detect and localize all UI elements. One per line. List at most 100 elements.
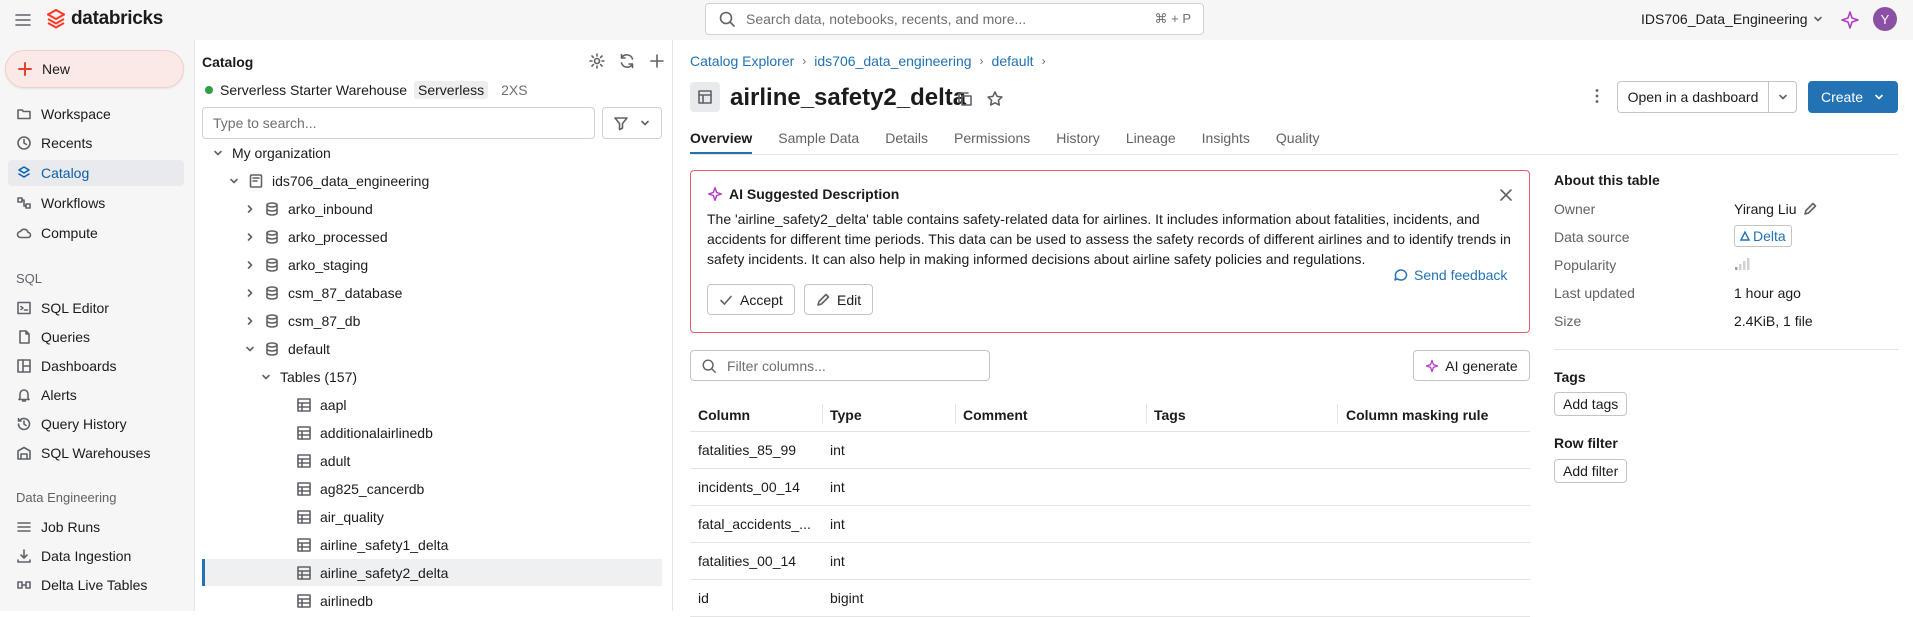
copy-icon[interactable] — [956, 90, 974, 108]
tab-permissions[interactable]: Permissions — [954, 130, 1030, 154]
pencil-icon[interactable] — [1803, 202, 1817, 216]
edit-button[interactable]: Edit — [804, 284, 874, 315]
tree-table[interactable]: airline_safety2_delta — [202, 559, 662, 586]
gear-icon[interactable] — [588, 52, 606, 70]
chevron-right-icon[interactable] — [244, 287, 256, 299]
sidebar-item-workflows[interactable]: Workflows — [8, 190, 184, 216]
breadcrumb-catalog[interactable]: ids706_data_engineering — [814, 53, 971, 69]
refresh-icon[interactable] — [618, 52, 636, 70]
tab-lineage[interactable]: Lineage — [1126, 130, 1176, 154]
breadcrumb-catalog-explorer[interactable]: Catalog Explorer — [690, 53, 794, 69]
breadcrumb-schema[interactable]: default — [992, 53, 1034, 69]
tree-my-organization[interactable]: My organization — [202, 139, 662, 166]
database-icon — [266, 313, 278, 328]
sidebar-item-workspace[interactable]: Workspace — [8, 101, 184, 127]
add-filter-button[interactable]: Add filter — [1554, 459, 1628, 483]
table-row[interactable]: fatalities_85_99 int — [690, 432, 1530, 469]
tab-details[interactable]: Details — [885, 130, 928, 154]
star-icon[interactable] — [986, 90, 1004, 108]
table-row[interactable]: id bigint — [690, 580, 1530, 617]
sidebar-item-label: Compute — [41, 225, 98, 241]
open-dashboard-dropdown[interactable] — [1768, 81, 1797, 113]
sidebar-item-compute[interactable]: Compute — [8, 220, 184, 246]
warehouse-selector[interactable]: Serverless Starter Warehouse Serverless … — [205, 81, 528, 99]
sidebar-item-label: Catalog — [41, 165, 90, 181]
catalog-search-input[interactable]: Type to search... — [202, 107, 595, 139]
table-row[interactable]: fatal_accidents_... int — [690, 506, 1530, 543]
tab-sample-data[interactable]: Sample Data — [778, 130, 859, 154]
tree-schema[interactable]: arko_inbound — [202, 195, 662, 222]
chevron-right-icon[interactable] — [244, 203, 256, 215]
breadcrumb-separator: › — [802, 54, 807, 68]
user-avatar[interactable]: Y — [1873, 7, 1897, 31]
workspace-switcher[interactable]: IDS706_Data_Engineering — [1641, 11, 1824, 27]
filter-columns-input[interactable]: Filter columns... — [690, 350, 990, 381]
sidebar-item-recents[interactable]: Recents — [8, 130, 184, 156]
sidebar-item-sql-editor[interactable]: SQL Editor — [8, 295, 184, 321]
clock-icon — [17, 136, 31, 150]
tree-table[interactable]: air_quality — [202, 503, 662, 530]
ai-generate-label: AI generate — [1445, 357, 1518, 374]
tree-schema[interactable]: csm_87_database — [202, 279, 662, 306]
delta-badge[interactable]: Delta — [1734, 225, 1792, 247]
tree-table[interactable]: airlinedb — [202, 587, 662, 614]
tree-catalog[interactable]: ids706_data_engineering — [202, 167, 662, 194]
assistant-sparkle-icon[interactable] — [1840, 10, 1860, 30]
filter-button[interactable] — [602, 107, 662, 139]
sidebar-item-query-history[interactable]: Query History — [8, 411, 184, 437]
tree-table[interactable]: ag825_cancerdb — [202, 475, 662, 502]
sidebar-item-catalog[interactable]: Catalog — [8, 160, 184, 186]
tree-table[interactable]: airline_safety1_delta — [202, 531, 662, 558]
ai-generate-button[interactable]: AI generate — [1413, 350, 1530, 381]
table-icon — [690, 82, 720, 112]
sidebar-item-data-ingestion[interactable]: Data Ingestion — [8, 543, 184, 569]
sidebar-item-dashboards[interactable]: Dashboards — [8, 353, 184, 379]
send-feedback-link[interactable]: Send feedback — [1393, 267, 1507, 283]
catalog-search-placeholder: Type to search... — [213, 115, 317, 131]
owner-value: Yirang Liu — [1734, 201, 1817, 217]
tree-table[interactable]: aapl — [202, 391, 662, 418]
sidebar-item-label: Dashboards — [41, 358, 117, 374]
table-row[interactable]: incidents_00_14 int — [690, 469, 1530, 506]
tree-schema[interactable]: csm_87_db — [202, 307, 662, 334]
tree-tables-folder[interactable]: Tables (157) — [202, 363, 662, 390]
tree-schema[interactable]: arko_processed — [202, 223, 662, 250]
tree-schema[interactable]: arko_staging — [202, 251, 662, 278]
chevron-right-icon[interactable] — [244, 315, 256, 327]
chevron-right-icon[interactable] — [244, 259, 256, 271]
table-icon — [297, 565, 311, 580]
open-in-dashboard-button[interactable]: Open in a dashboard — [1617, 81, 1769, 113]
tab-divider — [690, 154, 1898, 155]
tree-schema[interactable]: default — [202, 335, 662, 362]
menu-icon[interactable] — [13, 10, 33, 30]
sidebar-item-queries[interactable]: Queries — [8, 324, 184, 350]
global-search-input[interactable]: Search data, notebooks, recents, and mor… — [705, 3, 1204, 35]
tree-table[interactable]: additionalairlinedb — [202, 419, 662, 446]
table-row[interactable]: fatalities_00_14 int — [690, 543, 1530, 580]
chevron-down-icon[interactable] — [260, 371, 272, 383]
sidebar-item-sql-warehouses[interactable]: SQL Warehouses — [8, 440, 184, 466]
chevron-right-icon[interactable] — [244, 231, 256, 243]
databricks-logo[interactable]: databricks — [47, 8, 163, 30]
close-icon[interactable] — [1499, 188, 1513, 202]
sidebar-item-job-runs[interactable]: Job Runs — [8, 514, 184, 540]
plus-icon[interactable] — [648, 52, 666, 70]
tab-history[interactable]: History — [1056, 130, 1100, 154]
sidebar-item-alerts[interactable]: Alerts — [8, 382, 184, 408]
table-icon — [297, 481, 311, 496]
sidebar-item-label: Workflows — [41, 195, 106, 211]
chevron-down-icon[interactable] — [244, 343, 256, 355]
tab-quality[interactable]: Quality — [1276, 130, 1320, 154]
chevron-down-icon[interactable] — [228, 175, 240, 187]
add-tags-button[interactable]: Add tags — [1554, 392, 1628, 416]
accept-button[interactable]: Accept — [707, 284, 795, 315]
tab-overview[interactable]: Overview — [690, 130, 753, 154]
create-button[interactable]: Create — [1808, 81, 1898, 113]
new-button[interactable]: New — [5, 50, 184, 88]
tree-table[interactable]: adult — [202, 447, 662, 474]
more-options-icon[interactable] — [1588, 87, 1606, 105]
chevron-down-icon[interactable] — [212, 147, 224, 159]
tree-label: adult — [320, 452, 351, 469]
sidebar-item-delta-live-tables[interactable]: Delta Live Tables — [8, 572, 184, 598]
tab-insights[interactable]: Insights — [1202, 130, 1250, 154]
